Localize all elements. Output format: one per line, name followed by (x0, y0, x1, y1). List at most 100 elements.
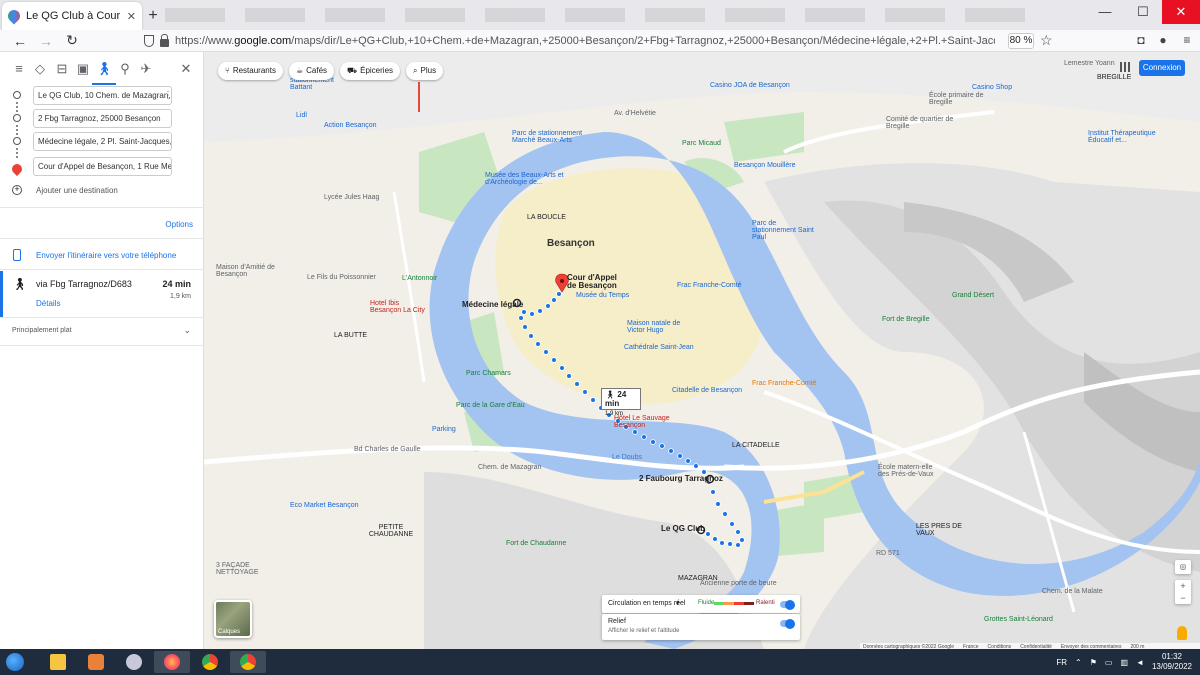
poi-label[interactable]: École matern-elle des Prés-de-Vaux (878, 464, 938, 478)
taskbar-chrome-2[interactable] (230, 651, 266, 673)
poi-label[interactable]: Eco Market Besançon (290, 502, 358, 509)
poi-label[interactable]: Grand Désert (952, 292, 994, 299)
forward-arrow-icon[interactable]: → (34, 33, 58, 49)
waypoint-input-1[interactable]: Le QG Club, 10 Chem. de Mazagran, 2500 (33, 86, 172, 105)
poi-label[interactable]: Lemestre Yoann (1064, 60, 1115, 67)
language-indicator[interactable]: FR (1056, 658, 1067, 667)
poi-label[interactable]: Musée du Temps (576, 292, 629, 299)
medecine-legale-label[interactable]: Médecine légale (462, 300, 523, 309)
transit-icon[interactable]: ▣ (75, 61, 91, 77)
poi-label[interactable]: Cathédrale Saint-Jean (624, 344, 694, 351)
route-duration-tooltip[interactable]: 🚶︎ 24 min 1,9 km (601, 388, 641, 417)
poi-label[interactable]: Musée des Beaux-Arts et d'Archéologie de… (485, 172, 565, 186)
poi-label[interactable]: Le Fils du Poissonnier (307, 274, 376, 281)
tarragnoz-label[interactable]: 2 Faubourg Tarragnoz (639, 474, 723, 483)
menu-icon[interactable]: ≡ (11, 61, 27, 76)
poi-label[interactable]: Hotel Ibis Besançon La City (370, 300, 430, 314)
traffic-label[interactable]: Circulation en temps réel (608, 600, 685, 607)
poi-label[interactable]: Besançon Mouillère (734, 162, 795, 169)
close-directions-icon[interactable]: ✕ (178, 61, 194, 77)
poi-label[interactable]: Parc de la Gare d'Eau (456, 402, 525, 409)
poi-label[interactable]: Fort de Chaudanne (506, 540, 566, 547)
add-destination-icon[interactable]: + (12, 185, 22, 195)
poi-label[interactable]: Frac Franche-Comté (752, 380, 817, 387)
lock-icon[interactable] (160, 33, 169, 47)
qg-club-label[interactable]: Le QG Club (661, 524, 705, 533)
google-apps-icon[interactable] (1120, 62, 1130, 72)
details-link[interactable]: Détails (36, 299, 60, 308)
poi-label[interactable]: Parc de stationnement Marché Beaux-Arts (512, 130, 592, 144)
poi-label[interactable]: Casino Shop (972, 84, 1012, 91)
poi-label[interactable]: Parc Chamars (466, 370, 511, 377)
volume-icon[interactable]: ◄ (1136, 658, 1144, 667)
poi-label[interactable]: Casino JOA de Besançon (710, 82, 790, 89)
waypoint-input-3[interactable]: Médecine légale, 2 Pl. Saint-Jacques, 25… (33, 132, 172, 151)
send-to-phone-link[interactable]: Envoyer l'itinéraire vers votre téléphon… (36, 251, 176, 260)
tab-close-icon[interactable]: ✕ (127, 10, 136, 23)
poi-label[interactable]: École primaire de Bregille (929, 92, 989, 106)
street-view-pegman-icon[interactable] (1177, 626, 1187, 640)
restaurants-chip[interactable]: ⑂ Restaurants (218, 62, 283, 80)
poi-label[interactable]: Maison d'Amitié de Besançon (216, 264, 276, 278)
poi-label[interactable]: Institut Thérapeutique Éducatif et... (1088, 130, 1168, 144)
my-location-icon[interactable]: ◎ (1175, 560, 1191, 574)
traffic-toggle[interactable] (780, 599, 795, 610)
route-via-label[interactable]: via Fbg Tarragnoz/D683 (36, 279, 132, 289)
poi-label[interactable]: L'Antonnoir (402, 275, 437, 282)
zoom-out-button[interactable]: − (1175, 592, 1191, 604)
poi-label[interactable]: Parking (432, 426, 456, 433)
url-text[interactable]: https://www.google.com/maps/dir/Le+QG+Cl… (175, 35, 995, 47)
bike-icon[interactable]: ⚲ (117, 61, 133, 77)
car-icon[interactable]: ⊟ (54, 61, 70, 77)
layers-button[interactable]: Calques (214, 600, 252, 638)
walk-icon[interactable]: 🚶︎ (92, 61, 116, 85)
pocket-icon[interactable]: ◘ (1134, 33, 1148, 47)
maximize-button[interactable]: ☐ (1124, 0, 1162, 24)
more-chip[interactable]: ⌕ Plus (406, 62, 444, 80)
back-arrow-icon[interactable]: ← (8, 33, 32, 49)
taskbar-file-explorer[interactable] (40, 651, 76, 673)
profile-icon[interactable]: ● (1156, 33, 1170, 47)
poi-label[interactable]: Citadelle de Besançon (672, 387, 742, 394)
poi-label[interactable]: Fort de Bregille (882, 316, 929, 323)
drag-handle-icon[interactable]: ⋮ (163, 90, 173, 101)
taskbar-media-player[interactable] (78, 651, 114, 673)
best-mode-icon[interactable]: ◇ (32, 61, 48, 77)
browser-tab-active[interactable]: Le QG Club à Cour d'Appel de B ✕ (2, 2, 142, 30)
tracking-shield-icon[interactable] (144, 35, 154, 47)
flight-icon[interactable]: ✈︎ (138, 61, 154, 77)
taskbar-firefox[interactable] (154, 651, 190, 673)
chevron-down-icon[interactable]: ▾ (676, 599, 680, 607)
cour-appel-label[interactable]: Cour d'Appel de Besançon (567, 274, 617, 290)
map-canvas[interactable]: Besançon LA BOUCLE LA BUTTE LA CITADELLE… (204, 52, 1200, 649)
taskbar-chrome[interactable] (192, 651, 228, 673)
clock[interactable]: 01:32 13/09/2022 (1152, 652, 1192, 672)
relief-toggle[interactable] (780, 618, 795, 629)
poi-label[interactable]: Lycée Jules Haag (324, 194, 379, 201)
bookmark-star-icon[interactable]: ☆ (1040, 32, 1053, 49)
poi-label[interactable]: 3 FAÇADE NETTOYAGE (216, 562, 276, 576)
zoom-level-badge[interactable]: 80 % (1008, 33, 1034, 49)
poi-label[interactable]: Lidl (296, 112, 307, 119)
sign-in-button[interactable]: Connexion (1139, 60, 1185, 76)
battery-icon[interactable]: ▭ (1105, 658, 1113, 667)
cafes-chip[interactable]: ☕︎ Cafés (288, 62, 335, 80)
poi-label[interactable]: Ancienne porte de beure (700, 580, 777, 587)
start-button[interactable] (6, 653, 24, 671)
poi-label[interactable]: Maison natale de Victor Hugo (627, 320, 697, 334)
poi-label[interactable]: Parc de stationnement Saint Paul (752, 220, 822, 241)
flag-icon[interactable]: ⚑ (1090, 658, 1097, 667)
minimize-button[interactable]: — (1086, 0, 1124, 24)
new-tab-button[interactable]: + (142, 2, 164, 30)
waypoint-input-2[interactable]: 2 Fbg Tarragnoz, 25000 Besançon (33, 109, 172, 128)
zoom-in-button[interactable]: + (1175, 580, 1191, 592)
poi-label[interactable]: Parc Micaud (682, 140, 721, 147)
chevron-down-icon[interactable]: ⌄ (183, 325, 191, 336)
tray-arrow-icon[interactable]: ⌃ (1075, 658, 1082, 667)
address-bar[interactable]: https://www.google.com/maps/dir/Le+QG+Cl… (144, 32, 1054, 50)
network-icon[interactable]: ▥ (1120, 658, 1128, 667)
poi-label[interactable]: Grottes Saint-Léonard (984, 616, 1053, 623)
add-destination-label[interactable]: Ajouter une destination (36, 186, 118, 195)
window-close-button[interactable]: ✕ (1162, 0, 1200, 24)
waypoint-input-4[interactable]: Cour d'Appel de Besançon, 1 Rue Megeva (33, 157, 172, 176)
